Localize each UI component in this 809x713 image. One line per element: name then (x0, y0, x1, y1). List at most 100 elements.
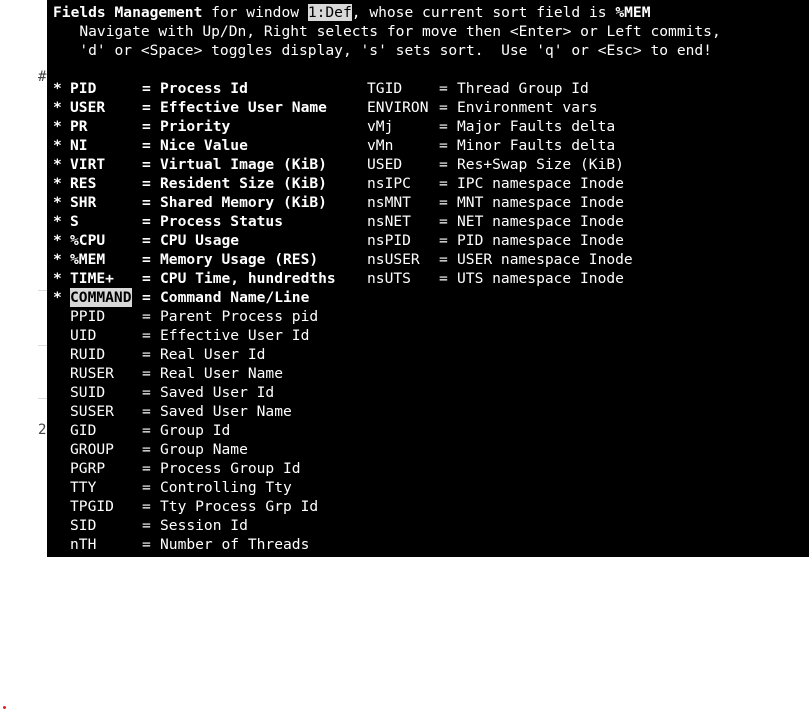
field-description: Resident Size (KiB) (160, 175, 327, 192)
field-description: Thread Group Id (457, 80, 589, 97)
field-display-marker: * (53, 289, 62, 306)
field-row[interactable]: GID = Group Id (53, 421, 793, 440)
field-row[interactable]: TTY = Controlling Tty (53, 478, 793, 497)
field-row[interactable]: * COMMAND = Command Name/Line (53, 288, 793, 307)
field-row[interactable]: * %MEM = Memory Usage (RES) nsUSER = USER name… (53, 250, 793, 269)
field-name: nsPID (367, 232, 411, 249)
field-name: TIME+ (70, 270, 114, 287)
field-row[interactable]: * %CPU = CPU Usage nsPID = PID namespace Inode (53, 231, 793, 250)
field-description: Tty Process Grp Id (160, 498, 319, 515)
field-equals: = (142, 422, 151, 439)
field-name: SUSER (70, 403, 114, 420)
field-name: PR (70, 118, 88, 135)
field-description: CPU Usage (160, 232, 240, 249)
field-description: Real User Name (160, 365, 284, 382)
field-equals: = (142, 289, 151, 306)
field-row[interactable]: nTH = Number of Threads (53, 535, 793, 554)
field-row[interactable]: * TIME+ = CPU Time, hundredths nsUTS = UTS nam… (53, 269, 793, 288)
field-equals: = (439, 232, 448, 249)
field-row[interactable]: * NI = Nice Value vMn = Minor Faults delta (53, 136, 793, 155)
field-description: Priority (160, 118, 231, 135)
field-display-marker: * (53, 194, 62, 211)
field-description: Number of Threads (160, 536, 310, 553)
background-glyph-two: 2 (38, 422, 47, 438)
sort-field-name: %MEM (615, 4, 651, 21)
field-name: GID (70, 422, 97, 439)
field-name: S (70, 213, 79, 230)
terminal-window[interactable]: Fields Management for window 1:Def, whos… (47, 0, 809, 557)
field-name: TTY (70, 479, 97, 496)
field-row[interactable]: * PR = Priority vMj = Major Faults delta (53, 117, 793, 136)
field-name: TGID (367, 80, 403, 97)
field-row[interactable]: SUID = Saved User Id (53, 383, 793, 402)
field-equals: = (142, 460, 151, 477)
field-name: NI (70, 137, 88, 154)
field-name: nsNET (367, 213, 411, 230)
field-name: %CPU (70, 232, 106, 249)
field-description: Session Id (160, 517, 248, 534)
field-equals: = (439, 213, 448, 230)
field-description: Effective User Id (160, 327, 310, 344)
field-description: MNT namespace Inode (457, 194, 624, 211)
field-description: Major Faults delta (457, 118, 616, 135)
field-equals: = (142, 137, 151, 154)
field-description: Virtual Image (KiB) (160, 156, 327, 173)
field-row[interactable]: * PID = Process Id TGID = Thread Group Id (53, 79, 793, 98)
field-equals: = (142, 498, 151, 515)
field-display-marker: * (53, 251, 62, 268)
field-row[interactable]: * USER = Effective User Name ENVIRON = Environ… (53, 98, 793, 117)
field-name: PID (70, 80, 97, 97)
field-description: IPC namespace Inode (457, 175, 624, 192)
field-equals: = (142, 213, 151, 230)
field-row[interactable]: * VIRT = Virtual Image (KiB) USED = Res+Swap S… (53, 155, 793, 174)
field-display-marker: * (53, 156, 62, 173)
field-name: nsIPC (367, 175, 411, 192)
field-equals: = (439, 137, 448, 154)
field-display-marker: * (53, 232, 62, 249)
field-row[interactable]: SID = Session Id (53, 516, 793, 535)
field-row[interactable]: PGRP = Process Group Id (53, 459, 793, 478)
field-description: Parent Process pid (160, 308, 319, 325)
field-description: Environment vars (457, 99, 598, 116)
field-name: nsUTS (367, 270, 411, 287)
help-line-2: 'd' or <Space> toggles display, 's' sets… (53, 42, 712, 59)
field-description: Minor Faults delta (457, 137, 616, 154)
field-name: COMMAND (70, 288, 132, 307)
field-equals: = (439, 175, 448, 192)
field-name: SHR (70, 194, 97, 211)
field-equals: = (142, 175, 151, 192)
field-row[interactable]: RUID = Real User Id (53, 345, 793, 364)
field-equals: = (142, 118, 151, 135)
field-equals: = (142, 479, 151, 496)
field-name: USER (70, 99, 106, 116)
field-description: Process Id (160, 80, 248, 97)
field-row[interactable]: RUSER = Real User Name (53, 364, 793, 383)
field-equals: = (142, 346, 151, 363)
field-row[interactable]: SUSER = Saved User Name (53, 402, 793, 421)
field-equals: = (142, 441, 151, 458)
field-name: SID (70, 517, 97, 534)
screen: # 2 Fields Management for window 1:Def, … (0, 0, 809, 713)
field-equals: = (142, 517, 151, 534)
field-description: Saved User Id (160, 384, 275, 401)
field-description: Group Id (160, 422, 231, 439)
field-row[interactable]: GROUP = Group Name (53, 440, 793, 459)
field-description: Process Group Id (160, 460, 301, 477)
field-row[interactable]: PPID = Parent Process pid (53, 307, 793, 326)
field-equals: = (439, 156, 448, 173)
field-equals: = (142, 232, 151, 249)
field-equals: = (142, 365, 151, 382)
field-name: RUSER (70, 365, 114, 382)
field-row[interactable]: * RES = Resident Size (KiB) nsIPC = IPC namesp… (53, 174, 793, 193)
field-name: RUID (70, 346, 106, 363)
field-equals: = (439, 194, 448, 211)
field-description: Nice Value (160, 137, 248, 154)
field-row[interactable]: * S = Process Status nsNET = NET namespace Ino… (53, 212, 793, 231)
field-name: UID (70, 327, 97, 344)
field-row[interactable]: UID = Effective User Id (53, 326, 793, 345)
field-name: GROUP (70, 441, 114, 458)
field-row[interactable]: * SHR = Shared Memory (KiB) nsMNT = MNT namesp… (53, 193, 793, 212)
fields-header: Fields Management for window 1:Def, whos… (53, 3, 651, 22)
field-description: CPU Time, hundredths (160, 270, 336, 287)
field-row[interactable]: TPGID = Tty Process Grp Id (53, 497, 793, 516)
